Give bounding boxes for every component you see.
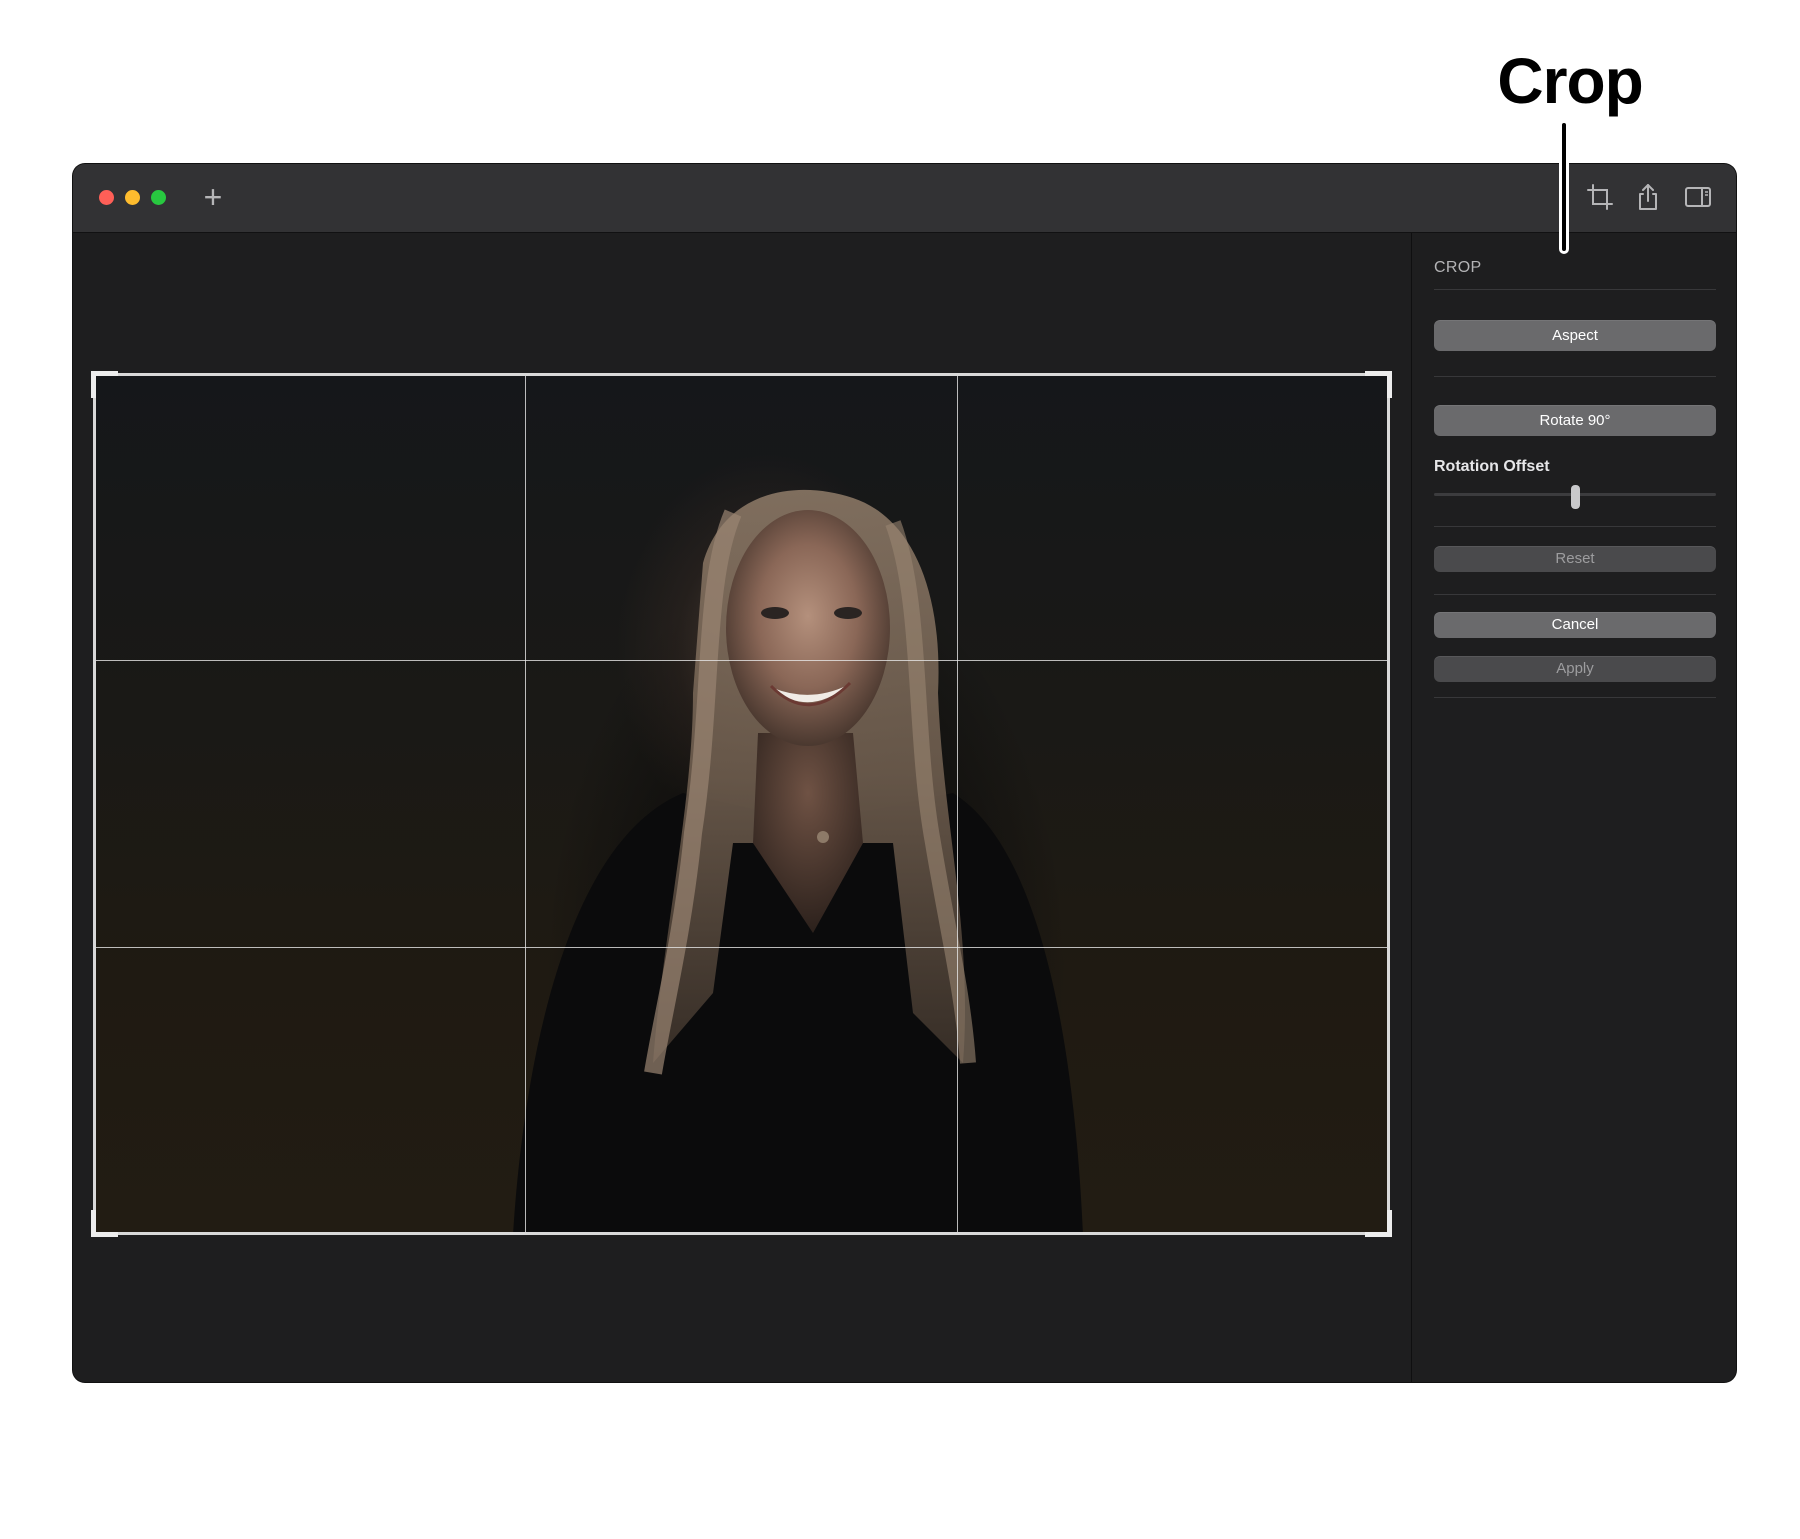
rotation-offset-slider-thumb[interactable] — [1571, 485, 1580, 509]
sidebar-icon[interactable] — [1683, 182, 1713, 212]
crop-inspector: CROP Aspect Rotate 90° Rotation Offset R… — [1411, 233, 1736, 1382]
cancel-button[interactable]: Cancel — [1434, 612, 1716, 638]
apply-button[interactable]: Apply — [1434, 656, 1716, 682]
divider — [1434, 289, 1716, 290]
crop-frame[interactable] — [91, 371, 1392, 1237]
app-window: + CROP Aspect Rotate 90° Rotation Offset… — [73, 164, 1736, 1382]
aspect-button[interactable]: Aspect — [1434, 320, 1716, 351]
share-icon[interactable] — [1633, 182, 1663, 212]
crop-callout-label: Crop — [1497, 45, 1643, 117]
screenshot-stage: Crop + CROP Aspect Rotate 90° Rotation O… — [0, 0, 1800, 1539]
rotation-offset-label: Rotation Offset — [1434, 458, 1550, 475]
rotate-90-button[interactable]: Rotate 90° — [1434, 405, 1716, 436]
maximize-window-button[interactable] — [151, 190, 166, 205]
crop-handle-bottom-left[interactable] — [91, 1210, 118, 1237]
title-bar: + — [73, 164, 1736, 233]
crop-handle-top-left[interactable] — [91, 371, 118, 398]
divider — [1434, 697, 1716, 698]
crop-icon[interactable] — [1585, 182, 1615, 212]
new-tab-button[interactable]: + — [196, 180, 230, 214]
divider — [1434, 376, 1716, 377]
reset-button[interactable]: Reset — [1434, 546, 1716, 572]
minimize-window-button[interactable] — [125, 190, 140, 205]
crop-handle-bottom-right[interactable] — [1365, 1210, 1392, 1237]
divider — [1434, 594, 1716, 595]
close-window-button[interactable] — [99, 190, 114, 205]
crop-callout-line — [1559, 120, 1569, 254]
inspector-title: CROP — [1434, 259, 1482, 276]
image-canvas — [73, 233, 1411, 1382]
crop-handle-top-right[interactable] — [1365, 371, 1392, 398]
divider — [1434, 526, 1716, 527]
